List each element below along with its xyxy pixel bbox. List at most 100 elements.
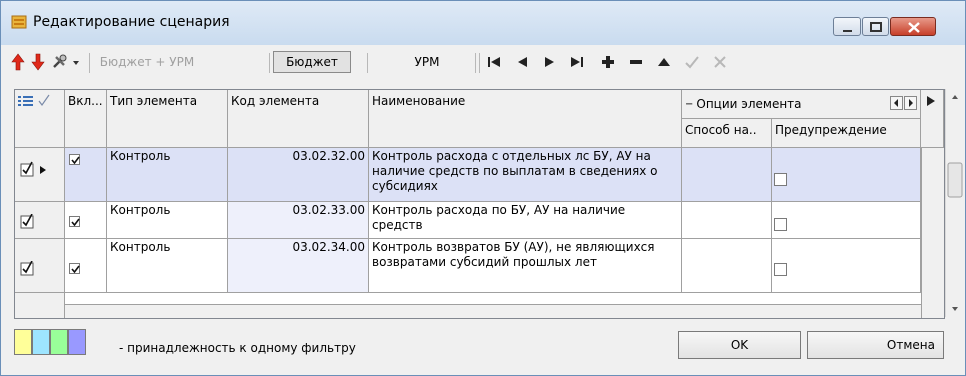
move-up-button[interactable] [9,51,27,73]
tools-dropdown-button[interactable] [51,51,81,73]
row-3-warning-checkbox[interactable] [774,263,787,276]
row-1-warning[interactable] [772,148,921,202]
band-scroll-buttons [890,96,917,110]
horizontal-scrollbar[interactable] [65,304,921,318]
minimize-icon [843,30,852,32]
last-record-icon [571,57,583,67]
row-2-enabled[interactable] [65,202,107,239]
triangle-up-icon [658,58,670,66]
next-record-icon [545,57,554,67]
legend-swatch-blue [68,329,86,355]
scroll-right-icon [927,96,935,106]
row-3-enabled[interactable] [65,239,107,293]
add-record-button[interactable] [597,51,619,73]
header-scroll-right[interactable] [921,90,944,148]
scroll-down-icon [952,307,958,311]
scroll-up-icon [952,95,958,99]
row-2-type: Контроль [107,202,228,239]
row-3-enabled-checkbox[interactable] [69,263,80,274]
header-options-band[interactable]: − Опции элемента [682,90,921,119]
budget-label: Бюджет [286,55,338,69]
post-record-button[interactable] [681,51,703,73]
dialog-window: Редактирование сценария Бюджет + УРМ Бюд… [0,0,966,376]
row-3-method[interactable] [682,239,772,293]
row-indicator-3[interactable] [15,239,65,293]
first-record-icon [488,57,500,67]
row-1-method[interactable] [682,148,772,202]
tools-icon [53,54,67,68]
row-indicator-1[interactable] [15,148,65,202]
budget-button[interactable]: Бюджет [273,51,351,73]
legend-swatch-yellow [14,329,32,355]
collapse-band-icon[interactable]: − [685,99,693,110]
column-chooser-icon [18,94,50,107]
row-1-warning-checkbox[interactable] [774,173,787,186]
edit-record-button[interactable] [653,51,675,73]
urm-label: УРМ [414,55,440,69]
cancel-button[interactable]: Отмена [807,331,944,359]
cancel-edit-button[interactable] [709,51,731,73]
header-name[interactable]: Наименование [369,90,682,148]
legend-text: - принадлежность к одному фильтру [119,341,356,355]
row-2-code: 03.02.33.00 [228,202,369,239]
chevron-down-icon [73,61,79,65]
minus-icon [630,60,642,64]
right-filler [921,148,944,318]
row-1-code: 03.02.32.00 [228,148,369,202]
maximize-button[interactable] [862,17,889,36]
first-record-button[interactable] [483,51,505,73]
prev-record-icon [518,57,527,67]
maximize-icon [870,22,882,32]
row-3-name: Контроль возвратов БУ (АУ), не являющихс… [369,239,682,293]
row-2-enabled-checkbox[interactable] [69,216,80,227]
delete-record-button[interactable] [625,51,647,73]
legend-swatch-green [50,329,68,355]
next-record-button[interactable] [539,51,561,73]
header-element-type[interactable]: Тип элемента [107,90,228,148]
row-2-name: Контроль расхода по БУ, АУ на наличие ср… [369,202,682,239]
close-button[interactable] [890,17,936,36]
row-2-method[interactable] [682,202,772,239]
row-1-enabled[interactable] [65,148,107,202]
row-3-code: 03.02.34.00 [228,239,369,293]
row-indicator-2[interactable] [15,202,65,239]
band-scroll-left-icon [890,96,903,110]
row-3-type: Контроль [107,239,228,293]
scenario-icon [11,15,27,29]
column-chooser-header[interactable] [15,90,65,148]
header-method[interactable]: Способ на.. [682,119,772,148]
checkmark-icon [685,56,699,69]
last-record-button[interactable] [567,51,589,73]
toolbar: Бюджет + УРМ Бюджет УРМ [9,49,959,77]
budget-plus-urm-button[interactable]: Бюджет + УРМ [93,51,201,73]
row-1-type: Контроль [107,148,228,202]
arrow-up-red-icon [11,53,25,71]
urm-button[interactable]: УРМ [381,51,473,73]
row-1-enabled-checkbox[interactable] [69,154,80,165]
row-1-name: Контроль расхода с отдельных лс БУ, АУ н… [369,148,682,202]
vertical-scrollbar[interactable] [945,89,964,317]
header-element-code[interactable]: Код элемента [228,90,369,148]
row-checked-icon [20,214,34,229]
title-bar: Редактирование сценария [1,1,965,45]
cancel-x-icon [714,56,726,68]
header-warning[interactable]: Предупреждение [772,119,921,148]
legend-swatch-cyan [32,329,50,355]
row-checked-icon [20,161,34,177]
current-row-icon [40,166,46,174]
cancel-label: Отмена [886,338,935,352]
move-down-button[interactable] [29,51,47,73]
row-checked-icon [20,261,34,276]
row-3-warning[interactable] [772,239,921,293]
arrow-down-red-icon [31,53,45,71]
row-2-warning-checkbox[interactable] [774,218,787,231]
scenario-elements-grid[interactable]: Вкл... Тип элемента Код элемента Наимено… [14,89,945,319]
prev-record-button[interactable] [511,51,533,73]
window-title: Редактирование сценария [33,14,230,30]
indicator-filler [15,293,65,318]
scroll-thumb [947,162,963,198]
minimize-button[interactable] [833,17,861,36]
ok-button[interactable]: OK [678,331,801,359]
row-2-warning[interactable] [772,202,921,239]
header-enabled[interactable]: Вкл... [65,90,107,148]
